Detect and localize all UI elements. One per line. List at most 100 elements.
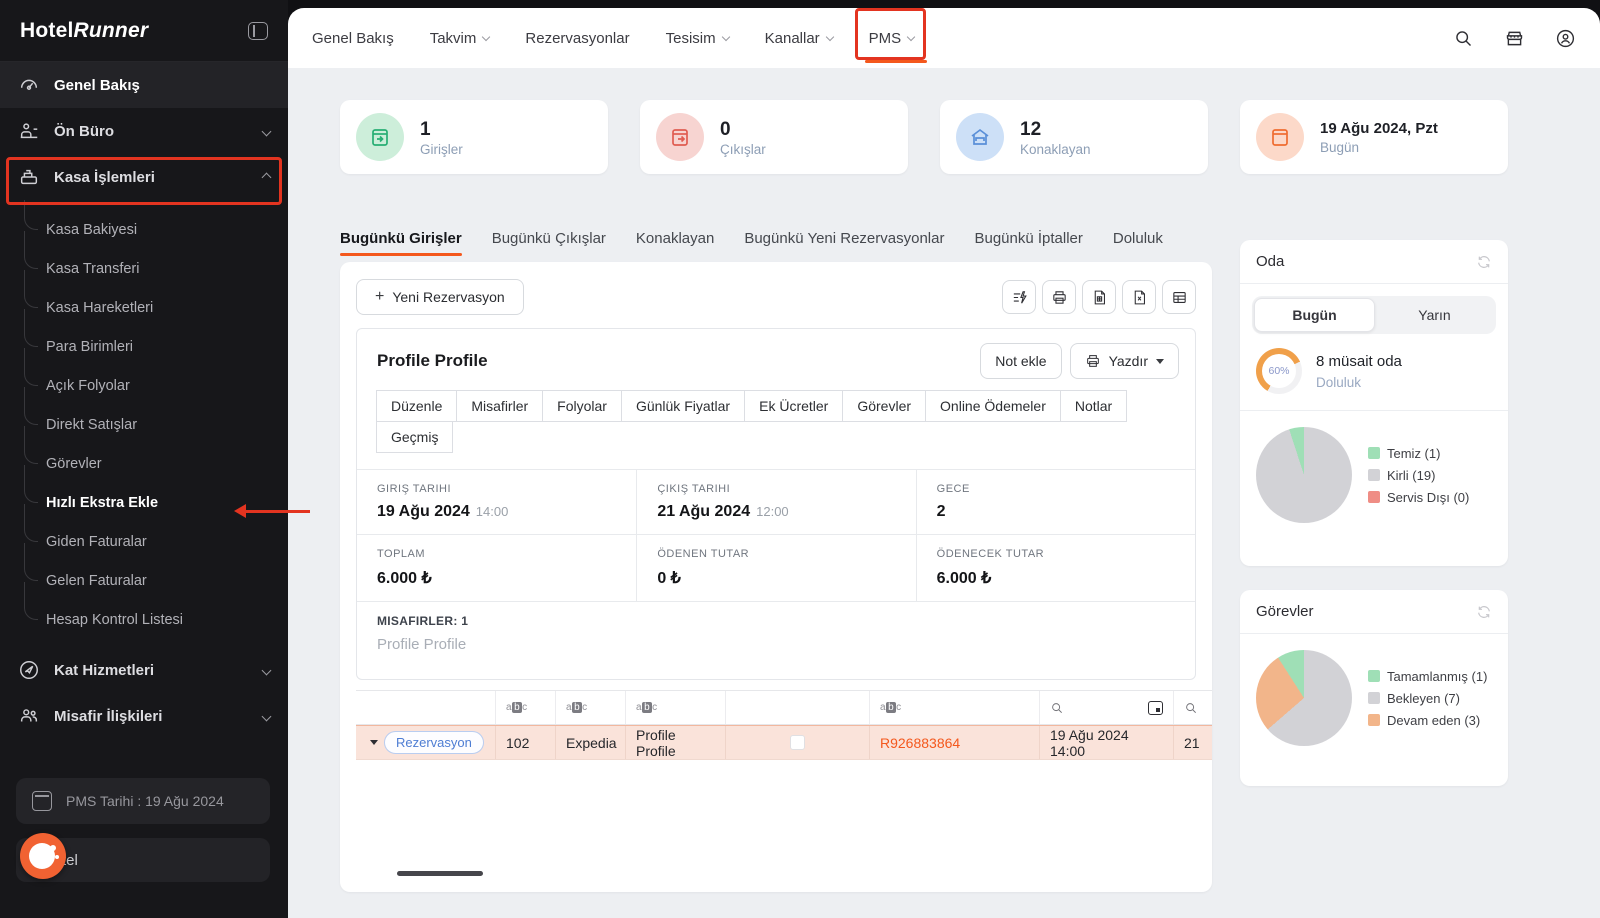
header-guest-filter[interactable]: abc	[626, 691, 726, 724]
header-code-filter[interactable]: abc	[870, 691, 1040, 724]
submenu-kasa-hareketleri[interactable]: Kasa Hareketleri	[24, 288, 288, 327]
print-dropdown-button[interactable]: Yazdır	[1070, 343, 1179, 379]
nav-tesisim[interactable]: Tesisim	[666, 30, 729, 47]
today-circle	[1256, 113, 1304, 161]
marketplace-icon[interactable]	[1504, 28, 1525, 49]
gorevler-card: Görevler Tamamlanmış (1) Bekleyen (7) De…	[1240, 590, 1508, 786]
text-filter-icon: abc	[880, 702, 902, 713]
due-label: ÖDENECEK TUTAR	[937, 548, 1195, 560]
tab-bugunku-girisler[interactable]: Bugünkü Girişler	[340, 230, 462, 256]
sidebar-item-misafir-iliskileri[interactable]: Misafir İlişkileri	[0, 693, 288, 739]
reservation-type-pill[interactable]: Rezervasyon	[384, 731, 484, 754]
occupancy-summary: 60% 8 müsait oda Doluluk	[1240, 334, 1508, 411]
add-note-button[interactable]: Not ekle	[980, 343, 1061, 379]
stat-value: 0	[720, 117, 766, 143]
calendar-filter-icon[interactable]	[1148, 701, 1163, 715]
search-icon[interactable]	[1453, 28, 1474, 49]
header-type-column	[356, 691, 496, 724]
pms-date-button[interactable]: PMS Tarihi : 19 Ağu 2024	[16, 778, 270, 824]
toggle-yarin[interactable]: Yarın	[1375, 298, 1494, 332]
res-tab-gorevler[interactable]: Görevler	[842, 390, 926, 422]
columns-button[interactable]	[1162, 280, 1196, 314]
res-tab-online-odemeler[interactable]: Online Ödemeler	[925, 390, 1061, 422]
export-file-button[interactable]	[1082, 280, 1116, 314]
tab-bugunku-yeni-rezervasyonlar[interactable]: Bugünkü Yeni Rezervasyonlar	[744, 230, 944, 256]
header-room-filter[interactable]: abc	[496, 691, 556, 724]
file-x-icon	[1131, 289, 1148, 306]
legend-kirli: Kirli (19)	[1368, 468, 1469, 483]
search-icon	[1050, 701, 1064, 715]
stat-card-cikislar[interactable]: 0 Çıkışlar	[640, 100, 908, 174]
submenu-direkt-satislar[interactable]: Direkt Satışlar	[24, 405, 288, 444]
nav-kanallar[interactable]: Kanallar	[765, 30, 833, 47]
stat-card-bugun[interactable]: 19 Ağu 2024, Pzt Bugün	[1240, 100, 1508, 174]
submenu-gorevler[interactable]: Görevler	[24, 444, 288, 483]
excel-export-button[interactable]	[1122, 280, 1156, 314]
sidebar-item-genel-bakis[interactable]: Genel Bakış	[0, 62, 288, 108]
header-channel-filter[interactable]: abc	[556, 691, 626, 724]
tab-doluluk[interactable]: Doluluk	[1113, 230, 1163, 256]
row-checkbox[interactable]	[790, 735, 805, 750]
row-reservation-code[interactable]: R926883864	[870, 726, 1040, 759]
stat-card-girisler[interactable]: 1 Girişler	[340, 100, 608, 174]
table-header: abc abc abc abc	[356, 690, 1212, 725]
tab-konaklayan[interactable]: Konaklayan	[636, 230, 714, 256]
submenu-para-birimleri[interactable]: Para Birimleri	[24, 327, 288, 366]
nav-takvim[interactable]: Takvim	[430, 30, 490, 47]
expand-caret-icon[interactable]	[370, 740, 378, 749]
legend-temiz: Temiz (1)	[1368, 446, 1469, 461]
stat-card-konaklayan[interactable]: 12 Konaklayan	[940, 100, 1208, 174]
toggle-bugun[interactable]: Bugün	[1254, 298, 1375, 332]
sidebar-collapse-icon[interactable]	[248, 22, 268, 40]
submenu-gelen-faturalar[interactable]: Gelen Faturalar	[24, 561, 288, 600]
reservation-row[interactable]: Rezervasyon 102 Expedia Profile Profile …	[356, 725, 1212, 760]
account-icon[interactable]	[1555, 28, 1576, 49]
nav-pms[interactable]: PMS	[869, 30, 915, 47]
text-filter-icon: abc	[566, 702, 588, 713]
res-tab-ek-ucretler[interactable]: Ek Ücretler	[744, 390, 843, 422]
submenu-hesap-kontrol-listesi[interactable]: Hesap Kontrol Listesi	[24, 600, 288, 639]
refresh-icon[interactable]	[1476, 604, 1492, 620]
stat-label: Girişler	[420, 142, 463, 157]
header-date-filter[interactable]	[1040, 691, 1174, 724]
res-tab-folyolar[interactable]: Folyolar	[542, 390, 622, 422]
submenu-hizli-ekstra-ekle[interactable]: Hızlı Ekstra Ekle	[24, 483, 288, 522]
guests-icon	[18, 705, 40, 727]
submenu-kasa-bakiyesi[interactable]: Kasa Bakiyesi	[24, 210, 288, 249]
res-tab-notlar[interactable]: Notlar	[1060, 390, 1127, 422]
nights-value: 2	[937, 503, 1195, 521]
submenu-acik-folyolar[interactable]: Açık Folyolar	[24, 366, 288, 405]
day-toggle: Bugün Yarın	[1252, 296, 1496, 334]
nav-rezervasyonlar[interactable]: Rezervasyonlar	[525, 30, 629, 47]
tab-bugunku-cikislar[interactable]: Bugünkü Çıkışlar	[492, 230, 606, 256]
sidebar-item-kasa-islemleri[interactable]: Kasa İşlemleri	[0, 154, 288, 200]
cookie-consent-button[interactable]	[20, 833, 66, 879]
printer-icon	[1085, 353, 1101, 369]
submenu-giden-faturalar[interactable]: Giden Faturalar	[24, 522, 288, 561]
res-tab-gunluk-fiyatlar[interactable]: Günlük Fiyatlar	[621, 390, 745, 422]
calendar-checkin-icon	[368, 125, 392, 149]
res-tab-misafirler[interactable]: Misafirler	[456, 390, 543, 422]
refresh-icon[interactable]	[1476, 254, 1492, 270]
checkin-circle	[356, 113, 404, 161]
res-tab-duzenle[interactable]: Düzenle	[376, 390, 457, 422]
staying-circle	[956, 113, 1004, 161]
sidebar: HotelRunner Genel Bakış Ön Büro Kasa İşl…	[0, 0, 288, 918]
header-date2-filter[interactable]	[1174, 691, 1212, 724]
tab-bugunku-iptaller[interactable]: Bugünkü İptaller	[974, 230, 1082, 256]
sidebar-item-on-buro[interactable]: Ön Büro	[0, 108, 288, 154]
print-button[interactable]	[1042, 280, 1076, 314]
paid-label: ÖDENEN TUTAR	[657, 548, 915, 560]
filter-button[interactable]	[1002, 280, 1036, 314]
res-tab-gecmis[interactable]: Geçmiş	[376, 421, 453, 453]
nav-genel-bakis[interactable]: Genel Bakış	[312, 30, 394, 47]
total-value: 6.000 ₺	[377, 568, 636, 588]
checkin-value: 19 Ağu 202414:00	[377, 503, 636, 521]
new-reservation-button[interactable]: + Yeni Rezervasyon	[356, 279, 524, 315]
day-tabs: Bugünkü Girişler Bugünkü Çıkışlar Konakl…	[340, 230, 1163, 256]
main-content: 1 Girişler 0 Çıkışlar 12 Konaklayan 19 A…	[288, 68, 1600, 918]
horizontal-scrollbar[interactable]	[397, 871, 483, 876]
submenu-kasa-transferi[interactable]: Kasa Transferi	[24, 249, 288, 288]
printer-icon	[1051, 289, 1068, 306]
sidebar-item-kat-hizmetleri[interactable]: Kat Hizmetleri	[0, 647, 288, 693]
